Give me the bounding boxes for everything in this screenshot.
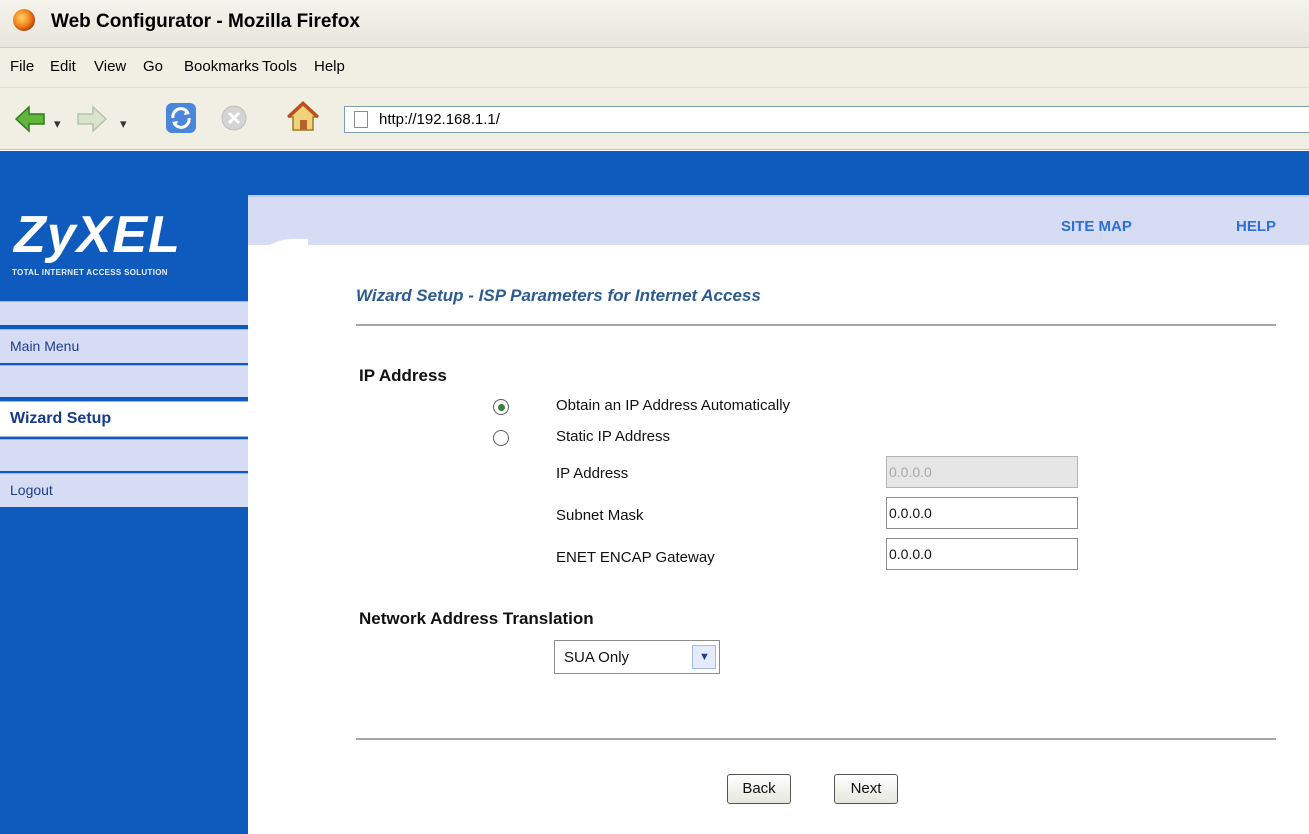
nat-select-value: SUA Only <box>564 649 630 666</box>
sidebar-item-wizard-setup[interactable]: Wizard Setup <box>0 401 248 437</box>
gateway-input[interactable] <box>886 538 1078 570</box>
menu-edit[interactable]: Edit <box>50 58 76 75</box>
nat-select[interactable]: SUA Only ▼ <box>554 640 720 674</box>
content-corner <box>248 239 308 299</box>
static-ip-label: Static IP Address <box>556 428 670 445</box>
forward-arrow-icon[interactable] <box>76 105 108 133</box>
logo-tagline: TOTAL INTERNET ACCESS SOLUTION <box>12 268 168 277</box>
firefox-logo-icon <box>13 9 35 31</box>
logo-block: ZyXEL TOTAL INTERNET ACCESS SOLUTION <box>0 195 248 291</box>
subnet-mask-label: Subnet Mask <box>556 507 644 524</box>
page-icon <box>354 111 368 128</box>
menu-bar: File Edit View Go Bookmarks Tools Help <box>0 48 1309 88</box>
sidebar-item-label: Logout <box>10 482 53 498</box>
menu-bookmarks[interactable]: Bookmarks <box>184 58 259 75</box>
divider <box>356 738 1276 740</box>
site-map-link[interactable]: SITE MAP <box>1061 218 1132 235</box>
auto-ip-radio[interactable] <box>493 399 509 415</box>
window-title: Web Configurator - Mozilla Firefox <box>51 11 360 32</box>
sidebar-item-label: Wizard Setup <box>10 410 112 427</box>
sidebar-spacer <box>0 365 248 397</box>
stop-icon[interactable] <box>220 104 248 132</box>
web-page: ZyXEL TOTAL INTERNET ACCESS SOLUTION Mai… <box>0 151 1309 834</box>
sidebar-item-main-menu[interactable]: Main Menu <box>0 329 248 363</box>
back-button[interactable]: Back <box>727 774 791 804</box>
next-button[interactable]: Next <box>834 774 898 804</box>
sidebar: ZyXEL TOTAL INTERNET ACCESS SOLUTION Mai… <box>0 195 248 834</box>
menu-help[interactable]: Help <box>314 58 345 75</box>
auto-ip-label: Obtain an IP Address Automatically <box>556 397 791 414</box>
menu-view[interactable]: View <box>94 58 126 75</box>
ip-address-label: IP Address <box>556 465 629 482</box>
static-ip-radio[interactable] <box>493 430 509 446</box>
sidebar-spacer <box>0 439 248 471</box>
address-bar[interactable]: http://192.168.1.1/ <box>344 106 1309 133</box>
header-strip <box>248 195 1309 245</box>
sidebar-spacer <box>0 301 248 325</box>
forward-dropdown-icon[interactable]: ▾ <box>120 116 127 132</box>
ip-address-heading: IP Address <box>359 366 447 385</box>
back-dropdown-icon[interactable]: ▾ <box>54 116 61 132</box>
back-arrow-icon[interactable] <box>14 105 46 133</box>
address-bar-url[interactable]: http://192.168.1.1/ <box>379 111 500 128</box>
menu-go[interactable]: Go <box>143 58 163 75</box>
ip-address-input[interactable] <box>886 456 1078 488</box>
help-link[interactable]: HELP <box>1236 218 1276 235</box>
nat-heading: Network Address Translation <box>359 609 594 628</box>
select-dropdown-button[interactable]: ▼ <box>692 645 716 669</box>
navigation-toolbar: ▾ ▾ http://192.168.1.1/ <box>0 88 1309 150</box>
reload-icon[interactable] <box>164 101 198 135</box>
subnet-mask-input[interactable] <box>886 497 1078 529</box>
menu-file[interactable]: File <box>10 58 34 75</box>
window-titlebar: Web Configurator - Mozilla Firefox <box>0 0 1309 48</box>
radio-selected-dot <box>498 404 505 411</box>
divider <box>356 324 1276 326</box>
sidebar-item-label: Main Menu <box>10 338 80 354</box>
menu-tools[interactable]: Tools <box>262 58 297 75</box>
gateway-label: ENET ENCAP Gateway <box>556 549 715 566</box>
page-title: Wizard Setup - ISP Parameters for Intern… <box>356 286 761 305</box>
home-icon[interactable] <box>286 100 320 134</box>
chevron-down-icon: ▼ <box>699 651 710 663</box>
zyxel-logo: ZyXEL <box>14 206 181 264</box>
top-band <box>0 151 1309 195</box>
sidebar-item-logout[interactable]: Logout <box>0 473 248 507</box>
